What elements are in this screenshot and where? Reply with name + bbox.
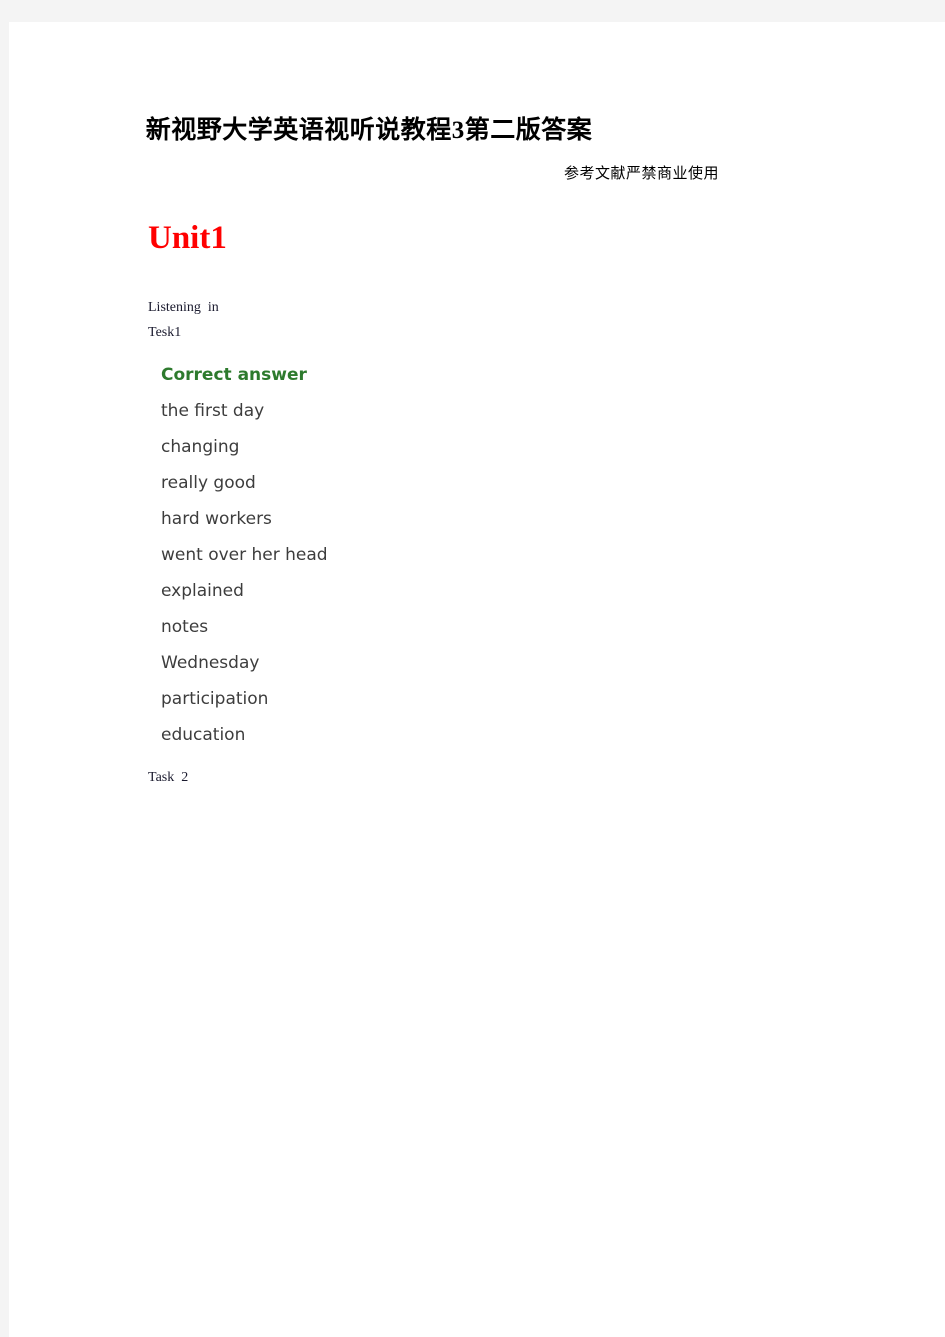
unit-heading: Unit1: [148, 220, 227, 256]
answer-item: participation: [161, 689, 269, 709]
answer-item: Wednesday: [161, 653, 260, 673]
answer-item: education: [161, 725, 246, 745]
task-1-label: Tesk1: [148, 325, 182, 340]
answer-item: really good: [161, 473, 256, 493]
document-page: 新视野大学英语视听说教程3第二版答案 参考文献严禁商业使用 Unit1 List…: [9, 22, 945, 1337]
answer-key-block: Correct answer the first day changing re…: [161, 360, 491, 756]
task-2-label: Task 2: [148, 770, 189, 785]
answer-item: hard workers: [161, 509, 272, 529]
answer-item: the first day: [161, 401, 265, 421]
listening-in-label: Listening in: [148, 300, 219, 315]
document-title: 新视野大学英语视听说教程3第二版答案: [145, 117, 593, 144]
answer-item: explained: [161, 581, 244, 601]
answer-item: notes: [161, 617, 209, 637]
correct-answer-heading: Correct answer: [161, 365, 307, 385]
answer-item: changing: [161, 437, 240, 457]
answer-item: went over her head: [161, 545, 328, 565]
document-subtitle: 参考文献严禁商业使用: [563, 164, 719, 182]
